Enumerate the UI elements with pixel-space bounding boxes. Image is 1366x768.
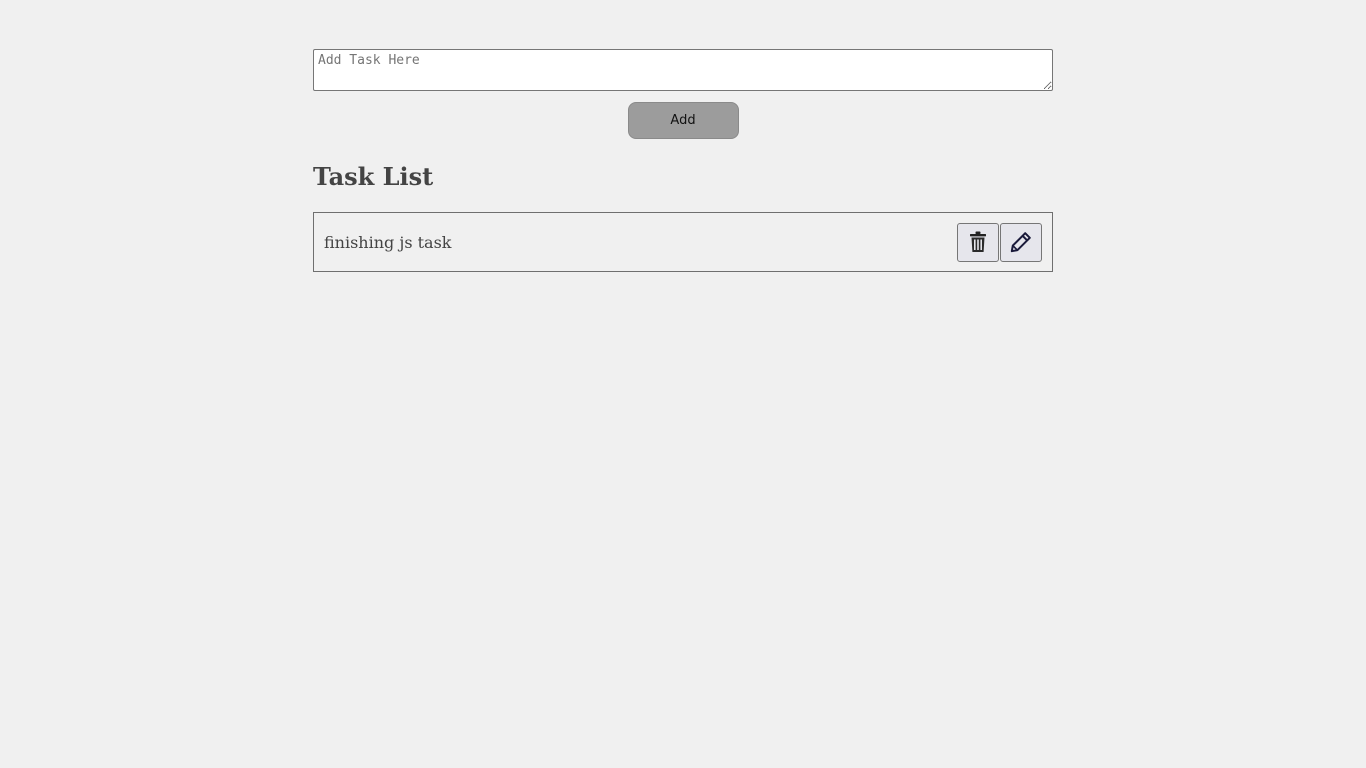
edit-task-button[interactable]	[1000, 222, 1042, 262]
task-text: finishing js task	[324, 232, 452, 252]
trash-icon	[969, 231, 987, 253]
pencil-icon	[1010, 231, 1032, 253]
add-button[interactable]: Add	[627, 102, 739, 139]
task-item: finishing js task	[313, 212, 1053, 272]
todo-app: Add Task List finishing js task	[313, 49, 1053, 272]
delete-task-button[interactable]	[957, 222, 999, 262]
task-list: finishing js task	[313, 212, 1053, 272]
task-list-title: Task List	[313, 162, 434, 191]
task-input[interactable]	[313, 49, 1053, 91]
add-row: Add	[313, 102, 1053, 139]
